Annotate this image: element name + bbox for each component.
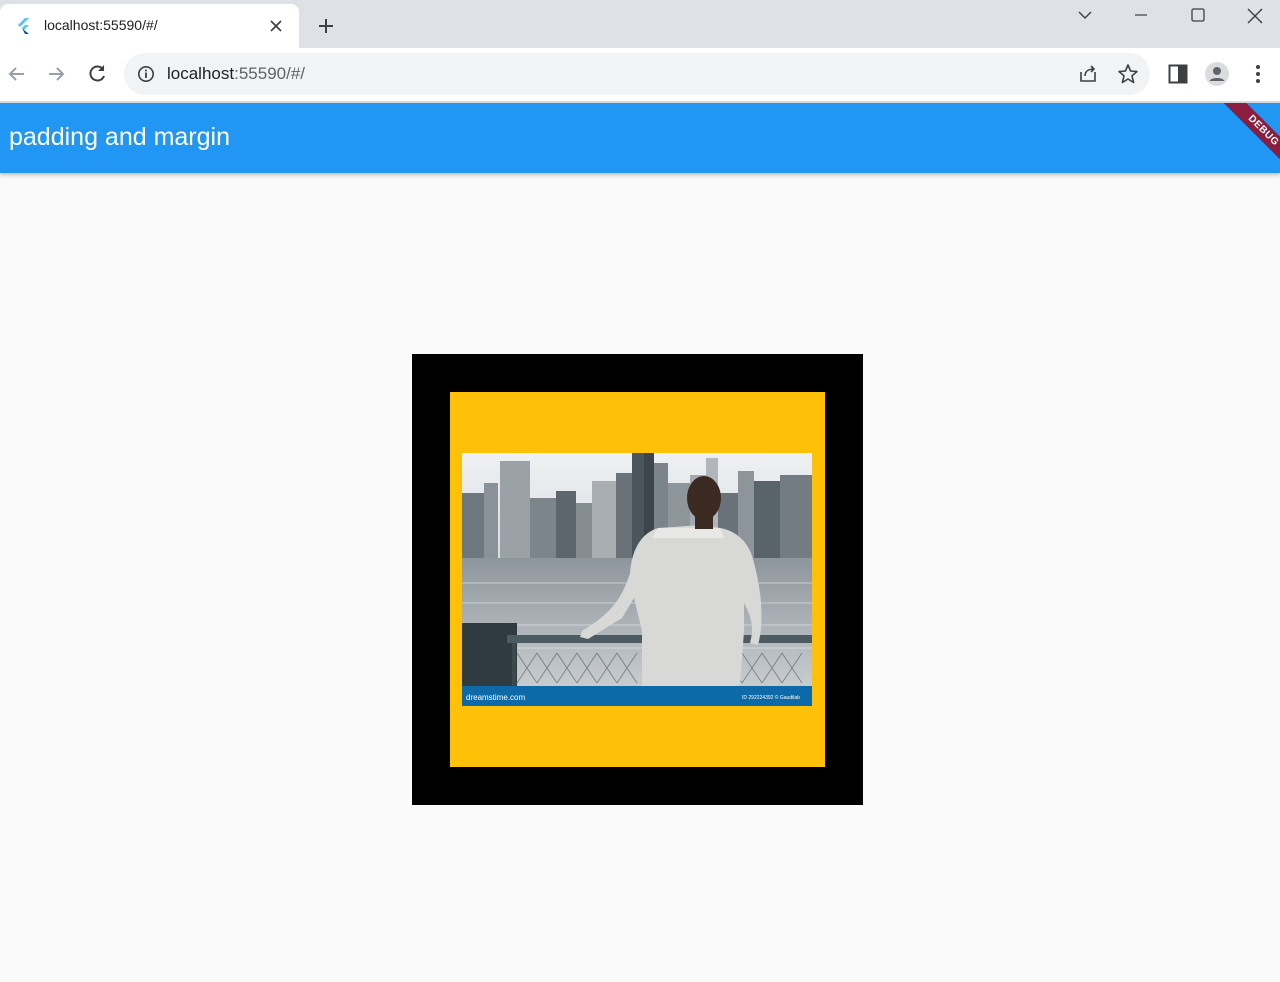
maximize-icon (1191, 8, 1205, 22)
reload-icon[interactable] (85, 62, 109, 86)
kebab-menu-icon[interactable] (1246, 62, 1270, 86)
browser-tab[interactable]: localhost:55590/#/ (0, 4, 299, 48)
url-path: :55590/#/ (234, 64, 306, 83)
chevron-down-icon (1078, 11, 1092, 19)
close-window-button[interactable] (1226, 0, 1280, 30)
back-arrow-icon[interactable] (5, 62, 29, 86)
app-bar: padding and margin DEBUG (0, 103, 1280, 173)
info-icon[interactable] (137, 65, 155, 83)
profile-icon[interactable] (1205, 62, 1229, 86)
tab-search-button[interactable] (1057, 0, 1113, 30)
photo-watermark-right: ID 292224392 © Gaudilab (742, 694, 800, 701)
tab-strip: localhost:55590/#/ (0, 0, 1280, 48)
padding-container: dreamstime.com ID 292224392 © Gaudilab (450, 392, 825, 767)
url-host: localhost (167, 64, 235, 83)
photo-watermark-left: dreamstime.com (466, 693, 525, 702)
margin-container: dreamstime.com ID 292224392 © Gaudilab (412, 354, 863, 805)
tab-title: localhost:55590/#/ (44, 17, 158, 33)
share-icon[interactable] (1076, 62, 1100, 86)
minimize-button[interactable] (1113, 0, 1169, 30)
debug-banner: DEBUG (1218, 103, 1280, 173)
side-panel-icon[interactable] (1166, 62, 1190, 86)
maximize-button[interactable] (1170, 0, 1226, 30)
close-tab-icon[interactable] (268, 18, 284, 34)
star-icon[interactable] (1116, 62, 1140, 86)
new-tab-icon[interactable] (314, 14, 338, 38)
city-skyline-photo: dreamstime.com ID 292224392 © Gaudilab (462, 453, 812, 706)
app-title: padding and margin (9, 123, 230, 151)
close-icon (1247, 8, 1263, 24)
browser-toolbar: localhost:55590/#/ (0, 48, 1280, 101)
minimize-icon (1135, 14, 1147, 16)
forward-arrow-icon[interactable] (44, 62, 68, 86)
url-text[interactable]: localhost:55590/#/ (167, 64, 305, 84)
address-bar[interactable]: localhost:55590/#/ (124, 53, 1150, 95)
flutter-icon (18, 18, 29, 34)
